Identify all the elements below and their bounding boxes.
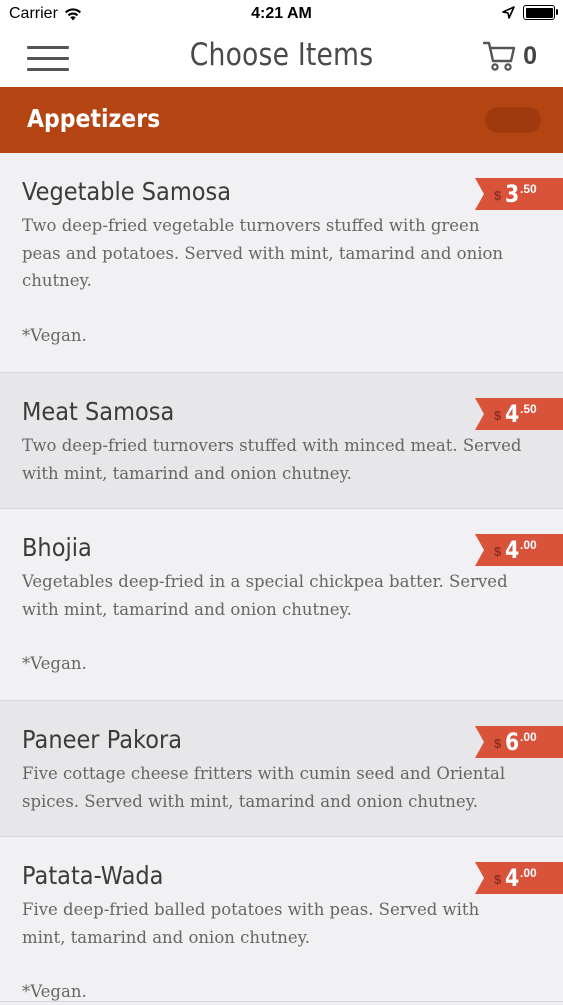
item-description: Two deep-fried vegetable turnovers stuff… (22, 216, 504, 290)
cart-count: 0 (523, 41, 537, 70)
menu-item-paneer-pakora[interactable]: Paneer Pakora Five cottage cheese fritte… (0, 701, 563, 837)
item-description: Vegetables deep-fried in a special chick… (22, 572, 508, 619)
price-currency: $ (494, 408, 502, 423)
price-tag[interactable]: $ 4 .50 (475, 398, 563, 430)
item-name: Bhojia (22, 533, 92, 562)
price-cents: .00 (520, 866, 537, 880)
price-whole: 6 (505, 728, 520, 756)
price-tag[interactable]: $ 6 .00 (475, 726, 563, 758)
item-name: Meat Samosa (22, 397, 175, 426)
price-tag[interactable]: $ 3 .50 (475, 178, 563, 210)
price-cents: .00 (520, 730, 537, 744)
cart-button[interactable]: 0 (483, 40, 537, 72)
item-description: Five cottage cheese fritters with cumin … (22, 764, 506, 811)
item-description: Two deep-fried turnovers stuffed with mi… (22, 436, 522, 483)
price-tag[interactable]: $ 4 .00 (475, 534, 563, 566)
section-item-count-badge: 11 (485, 107, 541, 133)
menu-item-vegetable-samosa[interactable]: Vegetable Samosa Two deep-fried vegetabl… (0, 153, 563, 373)
price-whole: 4 (505, 536, 520, 564)
item-name: Patata-Wada (22, 861, 164, 890)
price-currency: $ (494, 872, 502, 887)
page-title: Choose Items (189, 37, 374, 73)
menu-item-patata-wada[interactable]: Patata-Wada Five deep-fried balled potat… (0, 837, 563, 1002)
status-time: 4:21 AM (251, 5, 312, 22)
price-cents: .50 (520, 182, 537, 196)
price-whole: 4 (505, 400, 520, 428)
battery-icon (523, 5, 558, 20)
price-cents: .00 (520, 538, 537, 552)
price-tag[interactable]: $ 4 .00 (475, 862, 563, 894)
item-note: *Vegan. (22, 654, 87, 673)
item-note: *Vegan. (22, 325, 87, 345)
price-currency: $ (494, 188, 502, 203)
item-name: Vegetable Samosa (22, 177, 232, 206)
price-cents: .50 (520, 402, 537, 416)
price-whole: 3 (505, 180, 520, 208)
price-currency: $ (494, 544, 502, 559)
location-arrow-icon (502, 6, 515, 19)
item-description: Five deep-fried balled potatoes with pea… (22, 900, 480, 947)
status-bar: Carrier 4:21 AM (0, 0, 563, 29)
section-header-appetizers[interactable]: Appetizers 11 (0, 87, 563, 153)
cart-icon (483, 41, 516, 71)
section-title: Appetizers (27, 104, 161, 133)
price-whole: 4 (505, 864, 520, 892)
navigation-bar: Choose Items 0 (0, 29, 563, 87)
menu-item-meat-samosa[interactable]: Meat Samosa Two deep-fried turnovers stu… (0, 373, 563, 509)
price-currency: $ (494, 736, 502, 751)
status-right (502, 5, 558, 20)
item-note: *Vegan. (22, 982, 87, 1001)
item-name: Paneer Pakora (22, 725, 183, 754)
menu-item-bhojia[interactable]: Bhojia Vegetables deep-fried in a specia… (0, 509, 563, 701)
